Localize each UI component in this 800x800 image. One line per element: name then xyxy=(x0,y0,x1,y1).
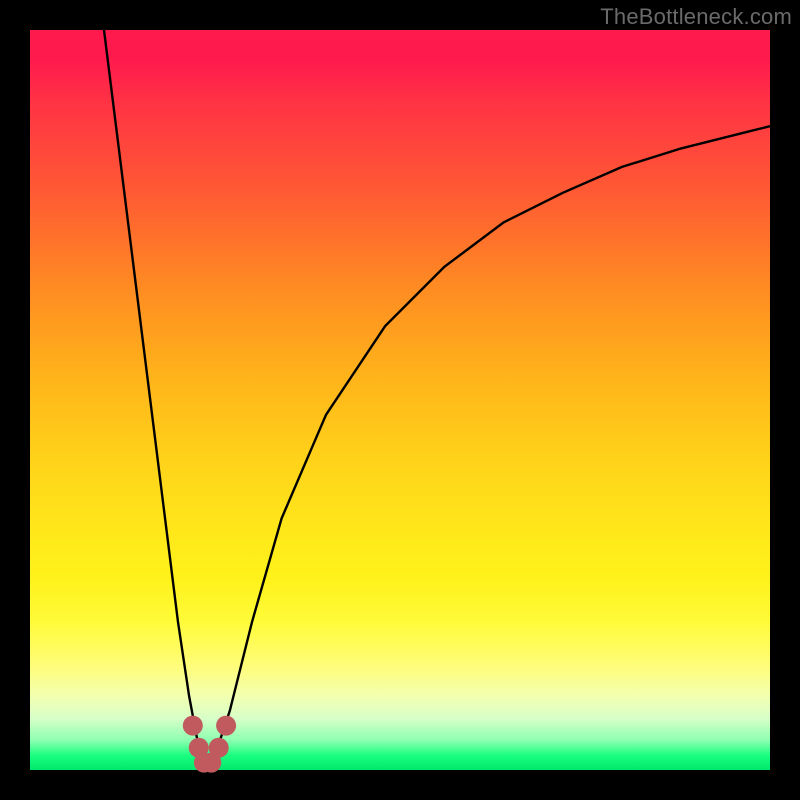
watermark-text: TheBottleneck.com xyxy=(600,4,792,30)
curve-layer xyxy=(30,30,770,770)
minimum-marker xyxy=(209,738,229,758)
minimum-marker xyxy=(216,716,236,736)
minimum-markers xyxy=(183,716,236,773)
bottleneck-curve xyxy=(104,30,770,770)
plot-area xyxy=(30,30,770,770)
chart-frame: TheBottleneck.com xyxy=(0,0,800,800)
minimum-marker xyxy=(183,716,203,736)
